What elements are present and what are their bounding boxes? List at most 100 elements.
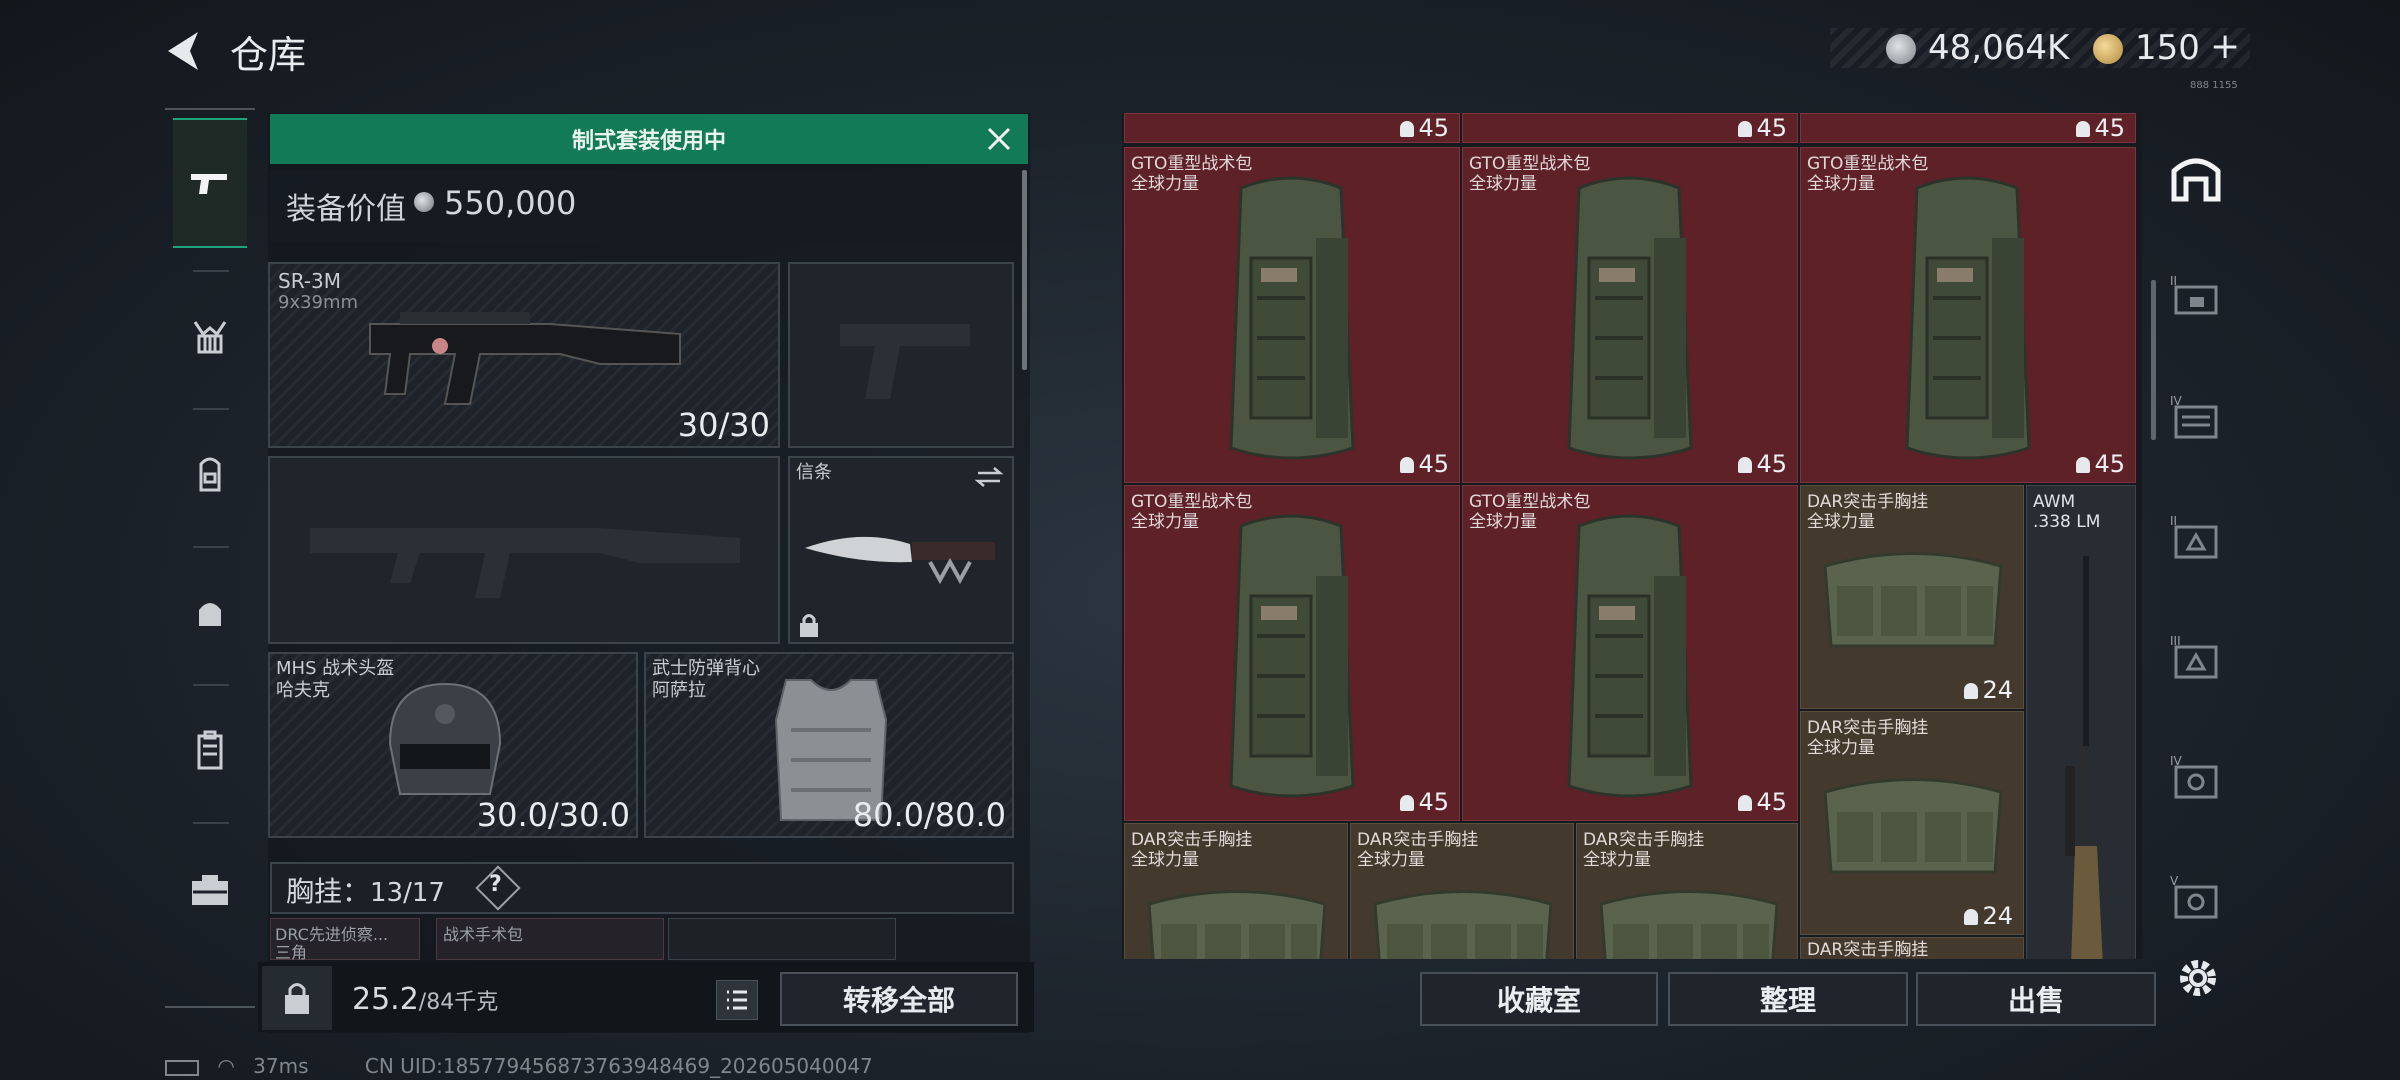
lock-button[interactable] [262,966,332,1030]
sr3m-rifle-image [369,312,681,405]
item-count: 45 [2076,114,2125,142]
nav-toolbox[interactable] [173,824,247,954]
home-storage-icon[interactable] [2168,149,2224,205]
helmet-brand: 哈夫克 [276,680,330,701]
chest-value: 13/17 [370,878,445,908]
chest-rig-capacity: 胸挂：13/17 [286,870,445,910]
pouch-icon [199,603,221,626]
chest-rig-item[interactable]: DAR突击手胸挂 全球力量 [1350,823,1574,959]
item-count: 45 [1738,450,1787,478]
chest-rig-image [1373,890,1553,959]
close-icon[interactable] [984,124,1014,154]
item-name: DAR突击手胸挂 [1807,940,1929,959]
armor-durability: 80.0/80.0 [852,796,1006,834]
chest-rig-item[interactable]: DAR突击手胸挂 全球力量 24 [1800,711,2024,935]
add-currency-button[interactable]: + [2210,26,2240,67]
item-type-icon [1738,121,1753,137]
item-count: 45 [1400,114,1449,142]
item-name: DAR突击手胸挂 全球力量 [1583,830,1705,870]
storage-scrollbar[interactable] [2151,280,2156,440]
backpack-item[interactable]: GTO重型战术包 全球力量 45 [1124,485,1460,821]
storage-page-2-icon[interactable]: II [2168,269,2224,325]
awm-rifle-image [2065,556,2103,959]
backpack-item[interactable]: GTO重型战术包 全球力量 45 [1124,147,1460,483]
wifi-icon: ◠ [217,1054,235,1078]
coin-icon [414,192,434,212]
chest-label: 胸挂： [286,875,371,908]
storage-cell[interactable]: 45 [1462,113,1798,143]
storage-page-7-icon[interactable]: V [2168,869,2224,925]
item-type-icon [1738,457,1753,473]
nav-case[interactable] [173,686,247,816]
chest-rig-item[interactable]: DAR突击手胸挂 全球力量 [1124,823,1348,959]
nav-chest-rig[interactable] [173,272,247,402]
list-view-button[interactable] [716,980,758,1020]
battery-icon [165,1059,199,1076]
pistol-silhouette-icon [840,324,970,399]
primary-weapon-slot[interactable]: SR-3M 9x39mm 30/30 [268,262,780,448]
chest-rig-item[interactable]: DAR突击手胸挂 全球力量 24 [1800,485,2024,709]
backpack-icon [199,457,221,492]
backpack-image [1567,514,1693,798]
knife-image [805,536,995,585]
collection-room-button[interactable]: 收藏室 [1420,972,1658,1026]
backpack-item[interactable]: GTO重型战术包 全球力量 45 [1462,147,1798,483]
preset-banner: 制式套装使用中 [270,114,1028,164]
value-label: 装备价值 [286,192,406,227]
equipment-value: 550,000 [444,184,577,222]
chest-rig-image [1823,778,2003,874]
item-name: DAR突击手胸挂 全球力量 [1807,718,1929,758]
item-type-icon [1400,121,1415,137]
pistol-slot[interactable] [788,262,1014,448]
transfer-all-button[interactable]: 转移全部 [780,972,1018,1026]
toolbox-icon [192,875,228,905]
item-type-icon [1738,795,1753,811]
item-count: 24 [1964,676,2013,704]
melee-slot[interactable]: 信条 [788,456,1014,644]
item-type-icon [1400,457,1415,473]
armor-name: 武士防弹背心 [652,658,760,679]
chest-item-label: 战术手术包 [443,925,524,944]
backpack-item[interactable]: GTO重型战术包 全球力量 45 [1462,485,1798,821]
armor-brand: 阿萨拉 [652,680,706,701]
sort-button[interactable]: 整理 [1668,972,1908,1026]
back-arrow-icon[interactable] [160,26,210,76]
chest-item-empty[interactable] [668,918,896,960]
chest-rig-image [1599,890,1779,959]
item-name: DAR突击手胸挂 全球力量 [1131,830,1253,870]
ping-value: 37ms [253,1054,309,1078]
carry-weight: 25.2/84千克 [352,982,498,1017]
chest-rig-item[interactable]: DAR突击手胸挂 [1800,937,2024,959]
sell-button[interactable]: 出售 [1916,972,2156,1026]
nav-weapon[interactable] [173,118,247,248]
version-text: 888 1155 [2190,80,2238,91]
secondary-weapon-slot[interactable] [268,456,780,644]
nav-pouch[interactable] [173,548,247,678]
storage-pages-nav: II IV II III IV V [2160,113,2232,959]
storage-page-6-icon[interactable]: IV [2168,749,2224,805]
helmet-slot[interactable]: MHS 战术头盔 哈夫克 30.0/30.0 [268,652,638,838]
storage-page-5-icon[interactable]: III [2168,629,2224,685]
backpack-item[interactable]: GTO重型战术包 全球力量 45 [1800,147,2136,483]
weight-max: /84千克 [418,990,499,1015]
settings-gear-icon[interactable] [2170,950,2226,1006]
coin-icon [1886,34,1916,64]
case-icon [197,730,223,770]
loadout-scrollbar[interactable] [1022,170,1027,370]
sniper-rifle-item[interactable]: AWM .338 LM [2026,485,2136,959]
chest-item[interactable]: 战术手术包 [436,918,664,960]
storage-page-4-icon[interactable]: II [2168,509,2224,565]
swap-icon[interactable] [974,466,1004,488]
storage-cell[interactable]: 45 [1124,113,1460,143]
armor-slot[interactable]: 武士防弹背心 阿萨拉 80.0/80.0 [644,652,1014,838]
bond-icon [2093,34,2123,64]
chest-rig-item[interactable]: DAR突击手胸挂 全球力量 [1576,823,1798,959]
weight-current: 25.2 [352,982,419,1017]
storage-page-3-icon[interactable]: IV [2168,389,2224,445]
item-count: 45 [1400,788,1449,816]
nav-backpack[interactable] [173,410,247,540]
item-count: 45 [1400,450,1449,478]
chest-rig-icon [193,321,227,354]
chest-item[interactable]: DRC先进侦察... 三角 [270,918,420,962]
storage-cell[interactable]: 45 [1800,113,2136,143]
